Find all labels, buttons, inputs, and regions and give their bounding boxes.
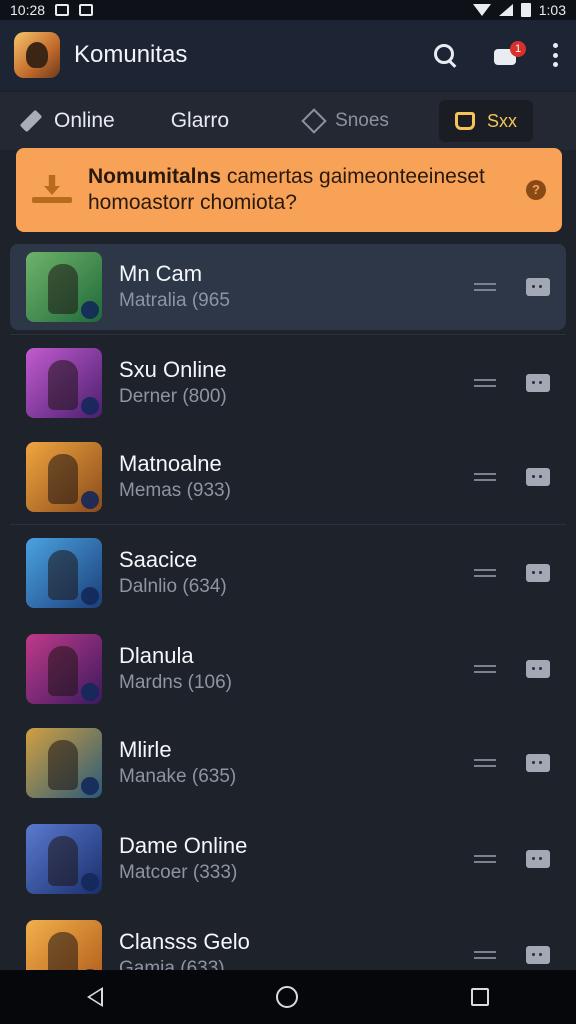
status-bar: 10:28 1:03 — [0, 0, 576, 20]
game-thumbnail — [26, 634, 102, 704]
game-name: Matnoalne — [119, 451, 222, 476]
game-subtitle: Dalnlio (634) — [119, 576, 227, 597]
notification-icon[interactable]: 1 — [492, 41, 526, 67]
game-subtitle: Matcoer (333) — [119, 862, 238, 883]
box-icon — [301, 108, 327, 134]
game-subtitle: Matralia (965 — [119, 290, 230, 311]
divider — [10, 524, 566, 525]
info-icon[interactable]: ? — [526, 180, 546, 200]
chat-icon[interactable] — [526, 468, 550, 486]
list-item[interactable]: Dlanula Mardns (106) — [10, 626, 566, 712]
list-item[interactable]: Matnoalne Memas (933) — [10, 434, 566, 520]
game-thumbnail — [26, 442, 102, 512]
game-name: Mlirle — [119, 737, 172, 762]
tab-online[interactable]: Online — [4, 100, 131, 142]
tab-label: Glarro — [170, 109, 230, 132]
list-item[interactable]: Mn Cam Matralia (965 — [10, 244, 566, 330]
swap-icon[interactable] — [474, 757, 496, 769]
tab-bar: Online Glarro Snoes Sxx — [0, 92, 576, 150]
chat-icon[interactable] — [526, 374, 550, 392]
swap-icon[interactable] — [474, 663, 496, 675]
chat-icon[interactable] — [526, 850, 550, 868]
home-icon[interactable] — [275, 986, 298, 1008]
pen-icon — [19, 109, 43, 133]
notification-status-icon — [55, 4, 70, 16]
game-name: Sxu Online — [119, 357, 227, 382]
game-thumbnail — [26, 252, 102, 322]
chat-icon[interactable] — [526, 660, 550, 678]
chat-icon[interactable] — [526, 946, 550, 964]
page-title: Komunitas — [74, 41, 188, 68]
game-thumbnail — [26, 538, 102, 608]
platform-badge-icon — [81, 491, 99, 509]
tab-snoes[interactable]: Snoes — [289, 100, 405, 142]
tab-glarro[interactable]: Glarro — [155, 100, 245, 142]
system-nav-bar — [0, 970, 576, 1024]
tab-label: Online — [54, 109, 115, 132]
game-subtitle: Mardns (106) — [119, 672, 232, 693]
game-thumbnail — [26, 348, 102, 418]
battery-icon — [520, 3, 531, 17]
list-item[interactable]: Mlirle Manake (635) — [10, 720, 566, 806]
notification-badge: 1 — [510, 41, 526, 57]
platform-badge-icon — [81, 777, 99, 795]
game-name: Clansss Gelo — [119, 929, 250, 954]
swap-icon[interactable] — [474, 281, 496, 293]
game-subtitle: Derner (800) — [119, 386, 227, 407]
tab-label: Snoes — [335, 110, 389, 131]
app-bar: Komunitas 1 — [0, 20, 576, 90]
platform-badge-icon — [81, 301, 99, 319]
info-banner[interactable]: Nomumitalns camertas gaimeonteeineset ho… — [16, 148, 562, 232]
game-subtitle: Manake (635) — [119, 766, 237, 787]
chat-icon[interactable] — [526, 564, 550, 582]
banner-title: Nomumitalns — [88, 165, 222, 188]
back-icon[interactable] — [86, 987, 103, 1007]
status-time: 10:28 — [10, 2, 46, 18]
game-name: Dlanula — [119, 643, 194, 668]
swap-icon[interactable] — [474, 471, 496, 483]
wifi-icon — [472, 4, 491, 16]
list-item[interactable]: Sxu Online Derner (800) — [10, 340, 566, 426]
tab-sxx[interactable]: Sxx — [438, 100, 533, 142]
bag-icon — [454, 112, 475, 130]
signal-icon — [498, 4, 513, 16]
platform-badge-icon — [81, 397, 99, 415]
game-thumbnail — [26, 824, 102, 894]
list-item[interactable]: Saacice Dalnlio (634) — [10, 530, 566, 616]
download-tray-icon — [32, 175, 72, 205]
game-thumbnail — [26, 728, 102, 798]
game-name: Saacice — [119, 547, 198, 572]
search-icon[interactable] — [432, 42, 458, 68]
game-name: Dame Online — [119, 833, 248, 858]
recents-icon[interactable] — [471, 988, 490, 1006]
battery-text: 1:03 — [538, 2, 566, 18]
app-logo — [14, 32, 60, 78]
chat-icon[interactable] — [526, 278, 550, 296]
banner-text: Nomumitalns camertas gaimeonteeineset ho… — [88, 164, 526, 216]
list-item[interactable]: Dame Online Matcoer (333) — [10, 816, 566, 902]
more-vert-icon[interactable] — [552, 43, 558, 67]
swap-icon[interactable] — [474, 949, 496, 961]
swap-icon[interactable] — [474, 853, 496, 865]
platform-badge-icon — [81, 587, 99, 605]
game-subtitle: Memas (933) — [119, 480, 231, 501]
app-status-icon — [79, 4, 94, 16]
chat-icon[interactable] — [526, 754, 550, 772]
divider — [10, 334, 566, 335]
swap-icon[interactable] — [474, 377, 496, 389]
platform-badge-icon — [81, 683, 99, 701]
game-name: Mn Cam — [119, 261, 203, 286]
platform-badge-icon — [81, 873, 99, 891]
swap-icon[interactable] — [474, 567, 496, 579]
tab-label: Sxx — [486, 110, 517, 131]
